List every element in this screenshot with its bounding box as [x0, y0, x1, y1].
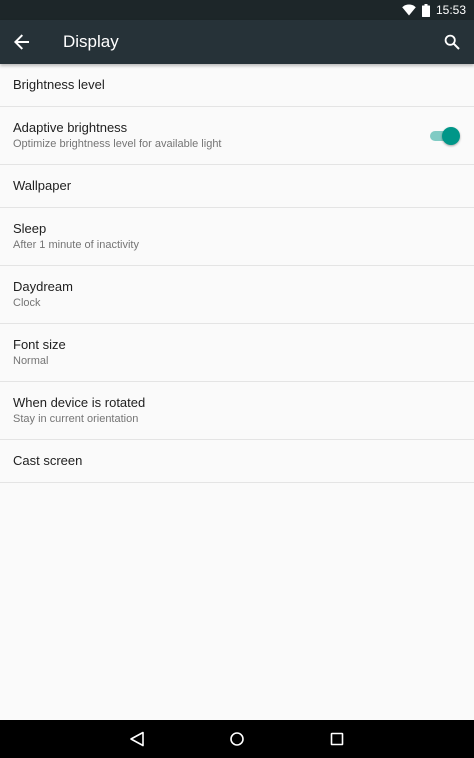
setting-title: Font size [13, 337, 66, 352]
setting-adaptive-brightness[interactable]: Adaptive brightness Optimize brightness … [0, 107, 474, 165]
status-bar: 15:53 [0, 0, 474, 20]
setting-wallpaper[interactable]: Wallpaper [0, 165, 474, 208]
setting-device-rotation[interactable]: When device is rotated Stay in current o… [0, 382, 474, 440]
setting-title: When device is rotated [13, 395, 146, 410]
recents-square-icon[interactable] [287, 720, 387, 758]
setting-summary: Stay in current orientation [13, 413, 139, 425]
arrow-back-icon[interactable] [0, 20, 44, 64]
setting-title: Adaptive brightness [13, 120, 128, 135]
page-title: Display [63, 32, 119, 51]
search-icon[interactable] [430, 20, 474, 64]
navigation-bar [0, 720, 474, 758]
home-circle-icon[interactable] [187, 720, 287, 758]
setting-summary: Normal [13, 355, 49, 367]
setting-title: Cast screen [13, 453, 83, 468]
settings-list: Brightness level Adaptive brightness Opt… [0, 64, 474, 483]
setting-summary: Optimize brightness level for available … [13, 138, 222, 150]
setting-title: Wallpaper [13, 178, 72, 193]
setting-font-size[interactable]: Font size Normal [0, 324, 474, 382]
setting-summary: After 1 minute of inactivity [13, 239, 139, 251]
status-time: 15:53 [435, 3, 466, 17]
setting-sleep[interactable]: Sleep After 1 minute of inactivity [0, 208, 474, 266]
setting-cast-screen[interactable]: Cast screen [0, 440, 474, 483]
setting-brightness-level[interactable]: Brightness level [0, 64, 474, 107]
adaptive-brightness-toggle[interactable] [428, 126, 460, 145]
back-triangle-icon[interactable] [87, 720, 187, 758]
toggle-thumb [442, 126, 460, 145]
battery-icon [421, 3, 430, 17]
setting-title: Daydream [13, 279, 73, 294]
setting-title: Brightness level [13, 77, 105, 92]
setting-title: Sleep [13, 221, 47, 236]
setting-daydream[interactable]: Daydream Clock [0, 266, 474, 324]
wifi-icon [402, 4, 416, 16]
app-bar: Display [0, 20, 474, 64]
setting-summary: Clock [13, 297, 41, 309]
